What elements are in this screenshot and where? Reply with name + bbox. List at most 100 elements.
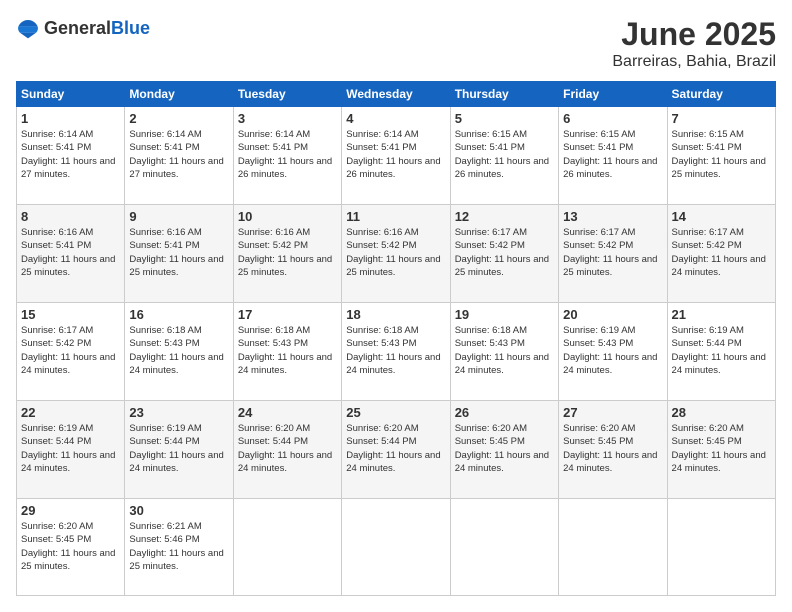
table-cell xyxy=(450,498,558,595)
day-number: 30 xyxy=(129,503,228,518)
day-number: 24 xyxy=(238,405,337,420)
day-number: 11 xyxy=(346,209,445,224)
day-number: 23 xyxy=(129,405,228,420)
day-number: 12 xyxy=(455,209,554,224)
header-friday: Friday xyxy=(559,82,667,107)
day-info: Sunrise: 6:17 AM Sunset: 5:42 PM Dayligh… xyxy=(21,324,120,377)
table-cell: 29 Sunrise: 6:20 AM Sunset: 5:45 PM Dayl… xyxy=(17,498,125,595)
day-info: Sunrise: 6:16 AM Sunset: 5:41 PM Dayligh… xyxy=(21,226,120,279)
table-cell: 4 Sunrise: 6:14 AM Sunset: 5:41 PM Dayli… xyxy=(342,107,450,205)
table-cell: 6 Sunrise: 6:15 AM Sunset: 5:41 PM Dayli… xyxy=(559,107,667,205)
header-thursday: Thursday xyxy=(450,82,558,107)
day-number: 26 xyxy=(455,405,554,420)
table-cell: 13 Sunrise: 6:17 AM Sunset: 5:42 PM Dayl… xyxy=(559,204,667,302)
table-cell: 5 Sunrise: 6:15 AM Sunset: 5:41 PM Dayli… xyxy=(450,107,558,205)
logo-text: GeneralBlue xyxy=(44,18,150,39)
header: GeneralBlue June 2025 Barreiras, Bahia, … xyxy=(16,16,776,71)
header-saturday: Saturday xyxy=(667,82,775,107)
month-title: June 2025 xyxy=(612,16,776,53)
day-number: 3 xyxy=(238,111,337,126)
table-cell: 3 Sunrise: 6:14 AM Sunset: 5:41 PM Dayli… xyxy=(233,107,341,205)
day-info: Sunrise: 6:21 AM Sunset: 5:46 PM Dayligh… xyxy=(129,520,228,573)
table-cell: 26 Sunrise: 6:20 AM Sunset: 5:45 PM Dayl… xyxy=(450,400,558,498)
table-cell: 17 Sunrise: 6:18 AM Sunset: 5:43 PM Dayl… xyxy=(233,302,341,400)
table-cell: 20 Sunrise: 6:19 AM Sunset: 5:43 PM Dayl… xyxy=(559,302,667,400)
table-cell: 25 Sunrise: 6:20 AM Sunset: 5:44 PM Dayl… xyxy=(342,400,450,498)
day-info: Sunrise: 6:14 AM Sunset: 5:41 PM Dayligh… xyxy=(238,128,337,181)
day-number: 9 xyxy=(129,209,228,224)
table-cell: 24 Sunrise: 6:20 AM Sunset: 5:44 PM Dayl… xyxy=(233,400,341,498)
day-number: 19 xyxy=(455,307,554,322)
day-info: Sunrise: 6:14 AM Sunset: 5:41 PM Dayligh… xyxy=(346,128,445,181)
table-cell xyxy=(667,498,775,595)
day-info: Sunrise: 6:14 AM Sunset: 5:41 PM Dayligh… xyxy=(129,128,228,181)
day-number: 13 xyxy=(563,209,662,224)
day-info: Sunrise: 6:18 AM Sunset: 5:43 PM Dayligh… xyxy=(238,324,337,377)
day-number: 21 xyxy=(672,307,771,322)
day-info: Sunrise: 6:15 AM Sunset: 5:41 PM Dayligh… xyxy=(563,128,662,181)
day-info: Sunrise: 6:19 AM Sunset: 5:44 PM Dayligh… xyxy=(672,324,771,377)
day-info: Sunrise: 6:20 AM Sunset: 5:45 PM Dayligh… xyxy=(21,520,120,573)
day-number: 27 xyxy=(563,405,662,420)
day-info: Sunrise: 6:15 AM Sunset: 5:41 PM Dayligh… xyxy=(455,128,554,181)
table-cell: 2 Sunrise: 6:14 AM Sunset: 5:41 PM Dayli… xyxy=(125,107,233,205)
day-number: 28 xyxy=(672,405,771,420)
day-number: 8 xyxy=(21,209,120,224)
day-number: 29 xyxy=(21,503,120,518)
day-number: 16 xyxy=(129,307,228,322)
day-info: Sunrise: 6:16 AM Sunset: 5:41 PM Dayligh… xyxy=(129,226,228,279)
day-info: Sunrise: 6:17 AM Sunset: 5:42 PM Dayligh… xyxy=(672,226,771,279)
table-cell: 22 Sunrise: 6:19 AM Sunset: 5:44 PM Dayl… xyxy=(17,400,125,498)
table-cell xyxy=(342,498,450,595)
table-cell: 21 Sunrise: 6:19 AM Sunset: 5:44 PM Dayl… xyxy=(667,302,775,400)
logo-icon xyxy=(16,16,40,40)
header-tuesday: Tuesday xyxy=(233,82,341,107)
day-info: Sunrise: 6:14 AM Sunset: 5:41 PM Dayligh… xyxy=(21,128,120,181)
table-cell: 8 Sunrise: 6:16 AM Sunset: 5:41 PM Dayli… xyxy=(17,204,125,302)
day-number: 25 xyxy=(346,405,445,420)
day-info: Sunrise: 6:15 AM Sunset: 5:41 PM Dayligh… xyxy=(672,128,771,181)
table-cell: 11 Sunrise: 6:16 AM Sunset: 5:42 PM Dayl… xyxy=(342,204,450,302)
day-info: Sunrise: 6:20 AM Sunset: 5:44 PM Dayligh… xyxy=(238,422,337,475)
day-info: Sunrise: 6:18 AM Sunset: 5:43 PM Dayligh… xyxy=(346,324,445,377)
table-cell: 1 Sunrise: 6:14 AM Sunset: 5:41 PM Dayli… xyxy=(17,107,125,205)
day-number: 20 xyxy=(563,307,662,322)
location-title: Barreiras, Bahia, Brazil xyxy=(612,53,776,71)
day-number: 22 xyxy=(21,405,120,420)
day-info: Sunrise: 6:20 AM Sunset: 5:44 PM Dayligh… xyxy=(346,422,445,475)
table-cell: 16 Sunrise: 6:18 AM Sunset: 5:43 PM Dayl… xyxy=(125,302,233,400)
day-number: 7 xyxy=(672,111,771,126)
day-info: Sunrise: 6:19 AM Sunset: 5:43 PM Dayligh… xyxy=(563,324,662,377)
table-cell xyxy=(233,498,341,595)
title-area: June 2025 Barreiras, Bahia, Brazil xyxy=(612,16,776,71)
day-number: 4 xyxy=(346,111,445,126)
day-number: 14 xyxy=(672,209,771,224)
day-info: Sunrise: 6:18 AM Sunset: 5:43 PM Dayligh… xyxy=(455,324,554,377)
table-cell: 9 Sunrise: 6:16 AM Sunset: 5:41 PM Dayli… xyxy=(125,204,233,302)
day-info: Sunrise: 6:20 AM Sunset: 5:45 PM Dayligh… xyxy=(563,422,662,475)
table-cell: 15 Sunrise: 6:17 AM Sunset: 5:42 PM Dayl… xyxy=(17,302,125,400)
day-info: Sunrise: 6:16 AM Sunset: 5:42 PM Dayligh… xyxy=(238,226,337,279)
table-cell: 10 Sunrise: 6:16 AM Sunset: 5:42 PM Dayl… xyxy=(233,204,341,302)
day-info: Sunrise: 6:19 AM Sunset: 5:44 PM Dayligh… xyxy=(129,422,228,475)
calendar-table: Sunday Monday Tuesday Wednesday Thursday… xyxy=(16,81,776,596)
logo-general: General xyxy=(44,18,111,38)
table-cell: 30 Sunrise: 6:21 AM Sunset: 5:46 PM Dayl… xyxy=(125,498,233,595)
table-cell: 28 Sunrise: 6:20 AM Sunset: 5:45 PM Dayl… xyxy=(667,400,775,498)
header-row: Sunday Monday Tuesday Wednesday Thursday… xyxy=(17,82,776,107)
table-cell: 18 Sunrise: 6:18 AM Sunset: 5:43 PM Dayl… xyxy=(342,302,450,400)
table-cell: 27 Sunrise: 6:20 AM Sunset: 5:45 PM Dayl… xyxy=(559,400,667,498)
table-cell xyxy=(559,498,667,595)
table-cell: 14 Sunrise: 6:17 AM Sunset: 5:42 PM Dayl… xyxy=(667,204,775,302)
day-number: 17 xyxy=(238,307,337,322)
page: GeneralBlue June 2025 Barreiras, Bahia, … xyxy=(0,0,792,612)
day-number: 15 xyxy=(21,307,120,322)
logo-blue: Blue xyxy=(111,18,150,38)
header-sunday: Sunday xyxy=(17,82,125,107)
table-cell: 23 Sunrise: 6:19 AM Sunset: 5:44 PM Dayl… xyxy=(125,400,233,498)
day-number: 10 xyxy=(238,209,337,224)
logo: GeneralBlue xyxy=(16,16,150,40)
day-info: Sunrise: 6:17 AM Sunset: 5:42 PM Dayligh… xyxy=(455,226,554,279)
day-number: 1 xyxy=(21,111,120,126)
table-cell: 7 Sunrise: 6:15 AM Sunset: 5:41 PM Dayli… xyxy=(667,107,775,205)
